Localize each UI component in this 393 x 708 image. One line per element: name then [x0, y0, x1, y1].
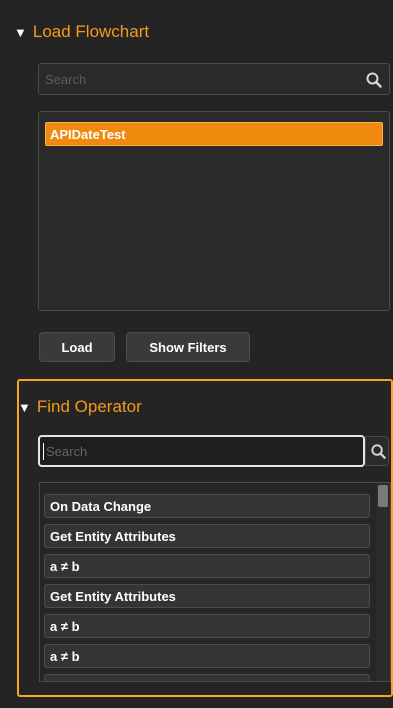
list-item[interactable]: Get Entity Attributes	[44, 524, 370, 548]
find-operator-header[interactable]: ▼ Find Operator	[18, 397, 142, 417]
operator-list: On Data Change Get Entity Attributes a ≠…	[39, 482, 391, 682]
search-placeholder: Search	[45, 72, 87, 87]
triangle-down-icon: ▼	[14, 24, 27, 40]
text-caret	[43, 443, 44, 460]
list-item[interactable]: APIDateTest	[45, 122, 383, 146]
list-item[interactable]: a ≠ b	[44, 554, 370, 578]
triangle-down-icon: ▼	[18, 399, 31, 415]
list-item[interactable]: a ≠ b	[44, 644, 370, 668]
operator-search-input[interactable]: Search	[38, 435, 365, 467]
search-icon	[371, 444, 386, 459]
flowchart-search-input[interactable]: Search	[38, 63, 390, 95]
list-item[interactable]: Get Entity Attributes	[44, 584, 370, 608]
search-placeholder: Search	[46, 444, 88, 459]
find-operator-panel: ▼ Find Operator Search On Data Change Ge…	[17, 379, 393, 697]
list-item[interactable]: a ≠ b	[44, 614, 370, 638]
operator-search-button[interactable]	[365, 436, 389, 466]
scrollbar-thumb[interactable]	[378, 485, 388, 507]
section-title: Find Operator	[36, 397, 142, 416]
flowchart-list: APIDateTest	[38, 111, 390, 311]
section-title: Load Flowchart	[32, 22, 150, 41]
list-item[interactable]: On Data Change	[44, 494, 370, 518]
scrollbar[interactable]	[376, 483, 390, 681]
load-button[interactable]: Load	[39, 332, 115, 362]
list-item-partial[interactable]	[44, 674, 370, 681]
search-icon[interactable]	[365, 71, 383, 89]
load-flowchart-header[interactable]: ▼ Load Flowchart	[14, 22, 149, 42]
show-filters-button[interactable]: Show Filters	[126, 332, 250, 362]
